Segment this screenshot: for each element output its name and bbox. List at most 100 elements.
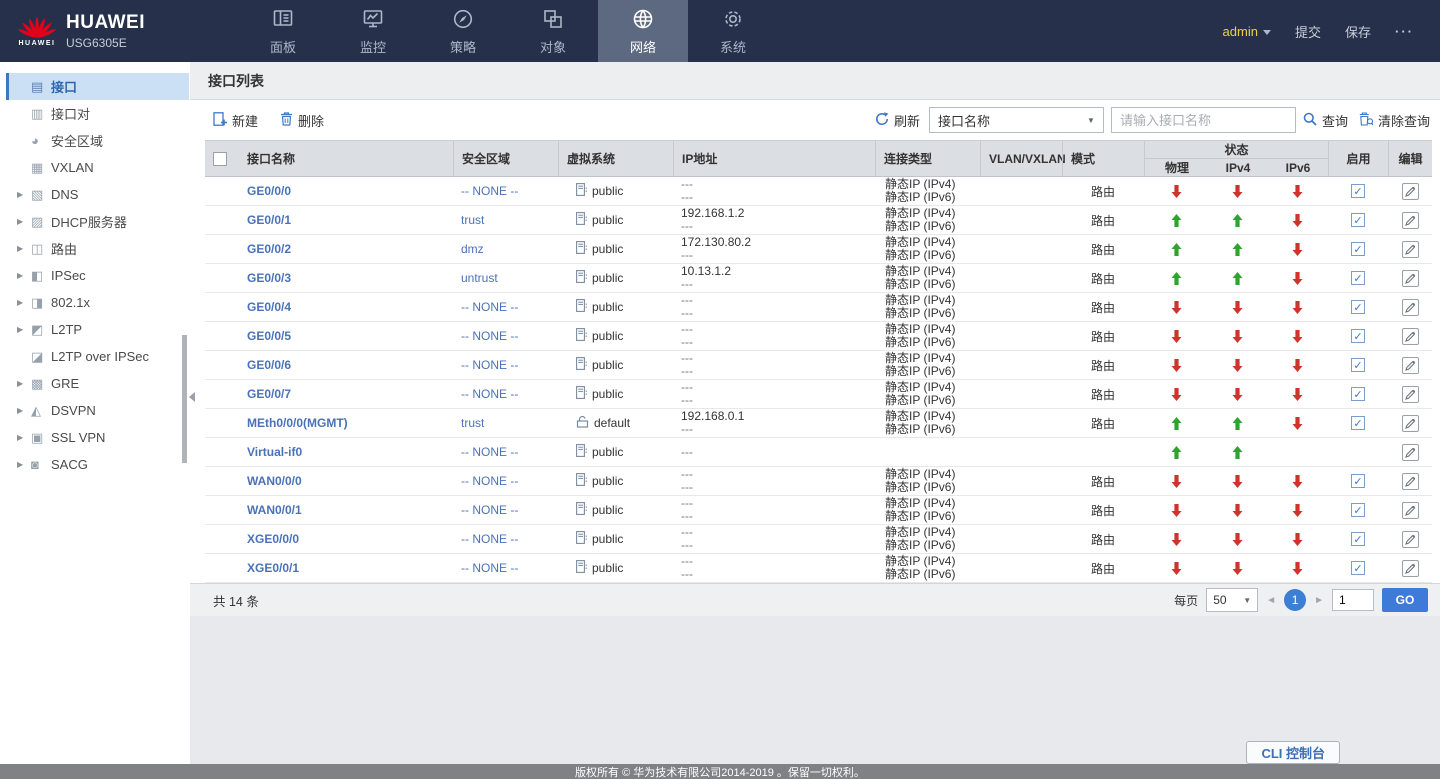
interface-name-link[interactable]: WAN0/0/0: [247, 474, 302, 488]
edit-icon[interactable]: [1401, 443, 1419, 461]
interface-name-link[interactable]: GE0/0/7: [247, 387, 291, 401]
sidebar-item-interface-pair[interactable]: ▥ 接口对: [6, 100, 189, 127]
nav-tab-network[interactable]: 网络: [598, 0, 688, 62]
edit-icon[interactable]: [1401, 414, 1419, 432]
security-zone-link[interactable]: -- NONE --: [461, 387, 518, 401]
security-zone-link[interactable]: -- NONE --: [461, 184, 518, 198]
interface-name-link[interactable]: XGE0/0/1: [247, 561, 299, 575]
sidebar-item-dhcp-server[interactable]: ▶ ▨ DHCP服务器: [6, 208, 189, 235]
go-button[interactable]: GO: [1382, 588, 1428, 612]
expand-arrow-icon[interactable]: ▶: [17, 298, 31, 307]
enable-checkbox[interactable]: ✓: [1351, 532, 1365, 546]
sidebar-item-sacg[interactable]: ▶ ◙ SACG: [6, 451, 189, 478]
sidebar-item-dns[interactable]: ▶ ▧ DNS: [6, 181, 189, 208]
expand-arrow-icon[interactable]: ▶: [17, 379, 31, 388]
prev-page-button[interactable]: ◄: [1266, 595, 1276, 606]
security-zone-link[interactable]: -- NONE --: [461, 300, 518, 314]
edit-icon[interactable]: [1401, 559, 1419, 577]
enable-checkbox[interactable]: ✓: [1351, 358, 1365, 372]
edit-icon[interactable]: [1401, 530, 1419, 548]
expand-arrow-icon[interactable]: ▶: [17, 190, 31, 199]
per-page-select[interactable]: 50 ▼: [1206, 588, 1259, 612]
nav-tab-monitor[interactable]: 监控: [328, 0, 418, 62]
sidebar-item-security-zone[interactable]: ◕ 安全区域: [6, 127, 189, 154]
filter-field-select[interactable]: 接口名称 ▼: [928, 107, 1104, 133]
sidebar-item-dsvpn[interactable]: ▶ ◭ DSVPN: [6, 397, 189, 424]
edit-icon[interactable]: [1401, 182, 1419, 200]
nav-tab-dashboard[interactable]: 面板: [238, 0, 328, 62]
query-button[interactable]: 查询: [1303, 111, 1348, 130]
refresh-button[interactable]: 刷新: [875, 111, 920, 130]
security-zone-link[interactable]: untrust: [461, 271, 498, 285]
new-button[interactable]: 新建: [213, 111, 258, 130]
sidebar-item-l2tp-over-ipsec[interactable]: ◪ L2TP over IPSec: [6, 343, 189, 370]
interface-name-link[interactable]: GE0/0/5: [247, 329, 291, 343]
expand-arrow-icon[interactable]: ▶: [17, 271, 31, 280]
sidebar-item-vxlan[interactable]: ▦ VXLAN: [6, 154, 189, 181]
cli-console-button[interactable]: CLI 控制台: [1246, 741, 1340, 764]
interface-name-link[interactable]: Virtual-if0: [247, 445, 302, 459]
edit-icon[interactable]: [1401, 356, 1419, 374]
expand-arrow-icon[interactable]: ▶: [17, 244, 31, 253]
interface-name-link[interactable]: WAN0/0/1: [247, 503, 302, 517]
edit-icon[interactable]: [1401, 269, 1419, 287]
interface-name-link[interactable]: GE0/0/4: [247, 300, 291, 314]
expand-arrow-icon[interactable]: ▶: [17, 325, 31, 334]
nav-tab-object[interactable]: 对象: [508, 0, 598, 62]
commit-button[interactable]: 提交: [1295, 22, 1321, 41]
sidebar-item-gre[interactable]: ▶ ▩ GRE: [6, 370, 189, 397]
enable-checkbox[interactable]: ✓: [1351, 474, 1365, 488]
security-zone-link[interactable]: -- NONE --: [461, 561, 518, 575]
interface-name-link[interactable]: GE0/0/3: [247, 271, 291, 285]
security-zone-link[interactable]: dmz: [461, 242, 484, 256]
sidebar-collapse-handle[interactable]: [189, 392, 195, 402]
security-zone-link[interactable]: -- NONE --: [461, 532, 518, 546]
expand-arrow-icon[interactable]: ▶: [17, 460, 31, 469]
security-zone-link[interactable]: -- NONE --: [461, 503, 518, 517]
enable-checkbox[interactable]: ✓: [1351, 387, 1365, 401]
enable-checkbox[interactable]: ✓: [1351, 213, 1365, 227]
next-page-button[interactable]: ►: [1314, 595, 1324, 606]
interface-name-link[interactable]: MEth0/0/0(MGMT): [247, 416, 348, 430]
expand-arrow-icon[interactable]: ▶: [17, 406, 31, 415]
enable-checkbox[interactable]: ✓: [1351, 271, 1365, 285]
search-input[interactable]: [1110, 107, 1296, 133]
edit-icon[interactable]: [1401, 501, 1419, 519]
interface-name-link[interactable]: GE0/0/1: [247, 213, 291, 227]
goto-page-input[interactable]: [1332, 589, 1374, 611]
expand-arrow-icon[interactable]: ▶: [17, 433, 31, 442]
interface-name-link[interactable]: GE0/0/0: [247, 184, 291, 198]
enable-checkbox[interactable]: ✓: [1351, 242, 1365, 256]
enable-checkbox[interactable]: ✓: [1351, 561, 1365, 575]
save-button[interactable]: 保存: [1345, 22, 1371, 41]
enable-checkbox[interactable]: ✓: [1351, 329, 1365, 343]
edit-icon[interactable]: [1401, 298, 1419, 316]
security-zone-link[interactable]: trust: [461, 213, 484, 227]
edit-icon[interactable]: [1401, 240, 1419, 258]
sidebar-item-ssl-vpn[interactable]: ▶ ▣ SSL VPN: [6, 424, 189, 451]
edit-icon[interactable]: [1401, 385, 1419, 403]
security-zone-link[interactable]: -- NONE --: [461, 329, 518, 343]
sidebar-scrollbar[interactable]: [182, 335, 187, 463]
security-zone-link[interactable]: trust: [461, 416, 484, 430]
interface-name-link[interactable]: XGE0/0/0: [247, 532, 299, 546]
interface-name-link[interactable]: GE0/0/2: [247, 242, 291, 256]
current-page-button[interactable]: 1: [1284, 589, 1307, 611]
select-all-checkbox[interactable]: [213, 151, 227, 166]
edit-icon[interactable]: [1401, 327, 1419, 345]
user-menu[interactable]: admin: [1223, 24, 1271, 39]
sidebar-item-interface[interactable]: ▤ 接口: [6, 73, 189, 100]
sidebar-item-l2tp[interactable]: ▶ ◩ L2TP: [6, 316, 189, 343]
clear-query-button[interactable]: 清除查询: [1359, 111, 1430, 130]
security-zone-link[interactable]: -- NONE --: [461, 445, 518, 459]
enable-checkbox[interactable]: ✓: [1351, 300, 1365, 314]
security-zone-link[interactable]: -- NONE --: [461, 474, 518, 488]
enable-checkbox[interactable]: ✓: [1351, 416, 1365, 430]
enable-checkbox[interactable]: ✓: [1351, 503, 1365, 517]
sidebar-item-route[interactable]: ▶ ◫ 路由: [6, 235, 189, 262]
nav-tab-system[interactable]: 系统: [688, 0, 778, 62]
enable-checkbox[interactable]: ✓: [1351, 184, 1365, 198]
sidebar-item-ipsec[interactable]: ▶ ◧ IPSec: [6, 262, 189, 289]
interface-name-link[interactable]: GE0/0/6: [247, 358, 291, 372]
delete-button[interactable]: 删除: [280, 111, 324, 130]
